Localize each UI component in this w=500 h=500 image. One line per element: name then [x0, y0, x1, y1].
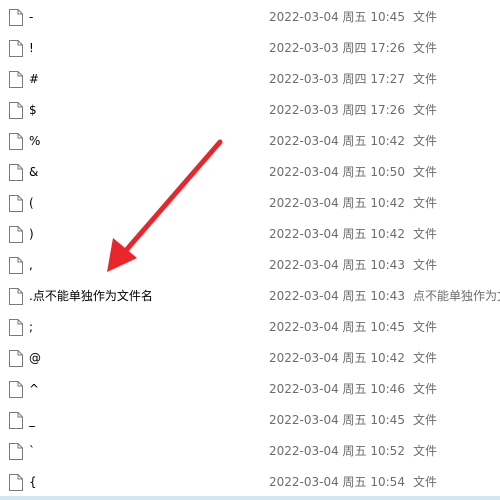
file-name: { [29, 475, 37, 489]
file-modified-date: 2022-03-03 周四 17:27 [269, 72, 405, 86]
file-list: - 2022-03-04 周五 10:45 文件 ! 2022-03-03 周四… [0, 2, 500, 500]
blank-file-icon [9, 102, 23, 119]
file-modified-date: 2022-03-03 周四 17:26 [269, 41, 405, 55]
file-modified-date: 2022-03-04 周五 10:43 [269, 258, 405, 272]
file-row[interactable]: @ 2022-03-04 周五 10:42 文件 [0, 343, 500, 374]
file-type: 文件 [413, 475, 438, 489]
file-row[interactable]: % 2022-03-04 周五 10:42 文件 [0, 126, 500, 157]
file-name: - [29, 10, 34, 24]
file-row[interactable]: ! 2022-03-03 周四 17:26 文件 [0, 33, 500, 64]
file-type: 文件 [413, 227, 438, 241]
file-type: 文件 [413, 413, 438, 427]
file-name: & [29, 165, 39, 179]
file-name: ` [29, 444, 35, 458]
file-name: ) [29, 227, 34, 241]
file-type: 文件 [413, 196, 438, 210]
file-type: 点不能单独作为文件名 [413, 289, 500, 303]
file-name: $ [29, 103, 37, 117]
file-row[interactable]: ; 2022-03-04 周五 10:45 文件 [0, 312, 500, 343]
file-type: 文件 [413, 444, 438, 458]
file-modified-date: 2022-03-04 周五 10:42 [269, 351, 405, 365]
blank-file-icon [9, 133, 23, 150]
file-row[interactable]: .点不能单独作为文件名 2022-03-04 周五 10:43 点不能单独作为文… [0, 281, 500, 312]
file-type: 文件 [413, 320, 438, 334]
blank-file-icon [9, 257, 23, 274]
file-row[interactable]: { 2022-03-04 周五 10:54 文件 [0, 467, 500, 498]
file-type: 文件 [413, 351, 438, 365]
file-modified-date: 2022-03-04 周五 10:42 [269, 196, 405, 210]
file-modified-date: 2022-03-04 周五 10:45 [269, 320, 405, 334]
file-type: 文件 [413, 258, 438, 272]
blank-file-icon [9, 412, 23, 429]
file-modified-date: 2022-03-04 周五 10:50 [269, 165, 405, 179]
file-row[interactable]: ( 2022-03-04 周五 10:42 文件 [0, 188, 500, 219]
file-modified-date: 2022-03-04 周五 10:45 [269, 10, 405, 24]
file-row[interactable]: , 2022-03-04 周五 10:43 文件 [0, 250, 500, 281]
file-type: 文件 [413, 165, 438, 179]
file-modified-date: 2022-03-03 周四 17:26 [269, 103, 405, 117]
file-row[interactable]: & 2022-03-04 周五 10:50 文件 [0, 157, 500, 188]
file-name: % [29, 134, 41, 148]
file-name: @ [29, 351, 41, 365]
file-row[interactable]: $ 2022-03-03 周四 17:26 文件 [0, 95, 500, 126]
blank-file-icon [9, 350, 23, 367]
file-modified-date: 2022-03-04 周五 10:42 [269, 227, 405, 241]
file-row[interactable]: - 2022-03-04 周五 10:45 文件 [0, 2, 500, 33]
file-type: 文件 [413, 134, 438, 148]
blank-file-icon [9, 71, 23, 88]
file-row[interactable]: # 2022-03-03 周四 17:27 文件 [0, 64, 500, 95]
blank-file-icon [9, 226, 23, 243]
file-name: ( [29, 196, 34, 210]
file-modified-date: 2022-03-04 周五 10:43 [269, 289, 405, 303]
file-type: 文件 [413, 41, 438, 55]
file-row[interactable]: ^ 2022-03-04 周五 10:46 文件 [0, 374, 500, 405]
blank-file-icon [9, 443, 23, 460]
file-name: , [29, 258, 33, 272]
file-row[interactable]: _ 2022-03-04 周五 10:45 文件 [0, 405, 500, 436]
file-type: 文件 [413, 103, 438, 117]
file-name: # [29, 72, 40, 86]
blank-file-icon [9, 288, 23, 305]
blank-file-icon [9, 319, 23, 336]
blank-file-icon [9, 40, 23, 57]
file-type: 文件 [413, 382, 438, 396]
file-modified-date: 2022-03-04 周五 10:42 [269, 134, 405, 148]
blank-file-icon [9, 9, 23, 26]
file-name: ! [29, 41, 34, 55]
file-name: _ [29, 413, 35, 427]
file-name: ^ [29, 382, 40, 396]
selection-highlight-strip [0, 496, 500, 500]
file-row[interactable]: ) 2022-03-04 周五 10:42 文件 [0, 219, 500, 250]
blank-file-icon [9, 195, 23, 212]
file-modified-date: 2022-03-04 周五 10:54 [269, 475, 405, 489]
file-name: .点不能单独作为文件名 [29, 289, 153, 303]
file-row[interactable]: ` 2022-03-04 周五 10:52 文件 [0, 436, 500, 467]
blank-file-icon [9, 474, 23, 491]
blank-file-icon [9, 164, 23, 181]
file-modified-date: 2022-03-04 周五 10:46 [269, 382, 405, 396]
file-modified-date: 2022-03-04 周五 10:45 [269, 413, 405, 427]
file-type: 文件 [413, 10, 438, 24]
file-type: 文件 [413, 72, 438, 86]
blank-file-icon [9, 381, 23, 398]
file-name: ; [29, 320, 34, 334]
file-modified-date: 2022-03-04 周五 10:52 [269, 444, 405, 458]
